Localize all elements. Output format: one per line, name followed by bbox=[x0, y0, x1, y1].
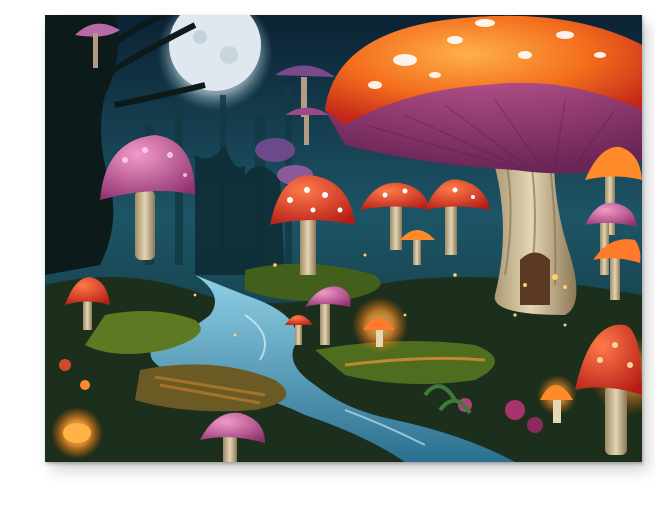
product-page bbox=[0, 0, 655, 507]
canvas-print bbox=[45, 15, 642, 462]
mushroom-forest-artwork bbox=[45, 15, 642, 462]
tree-door bbox=[520, 252, 550, 305]
glowing-mushroom-center bbox=[352, 297, 408, 353]
glowing-lantern-bottom-left bbox=[51, 407, 103, 459]
